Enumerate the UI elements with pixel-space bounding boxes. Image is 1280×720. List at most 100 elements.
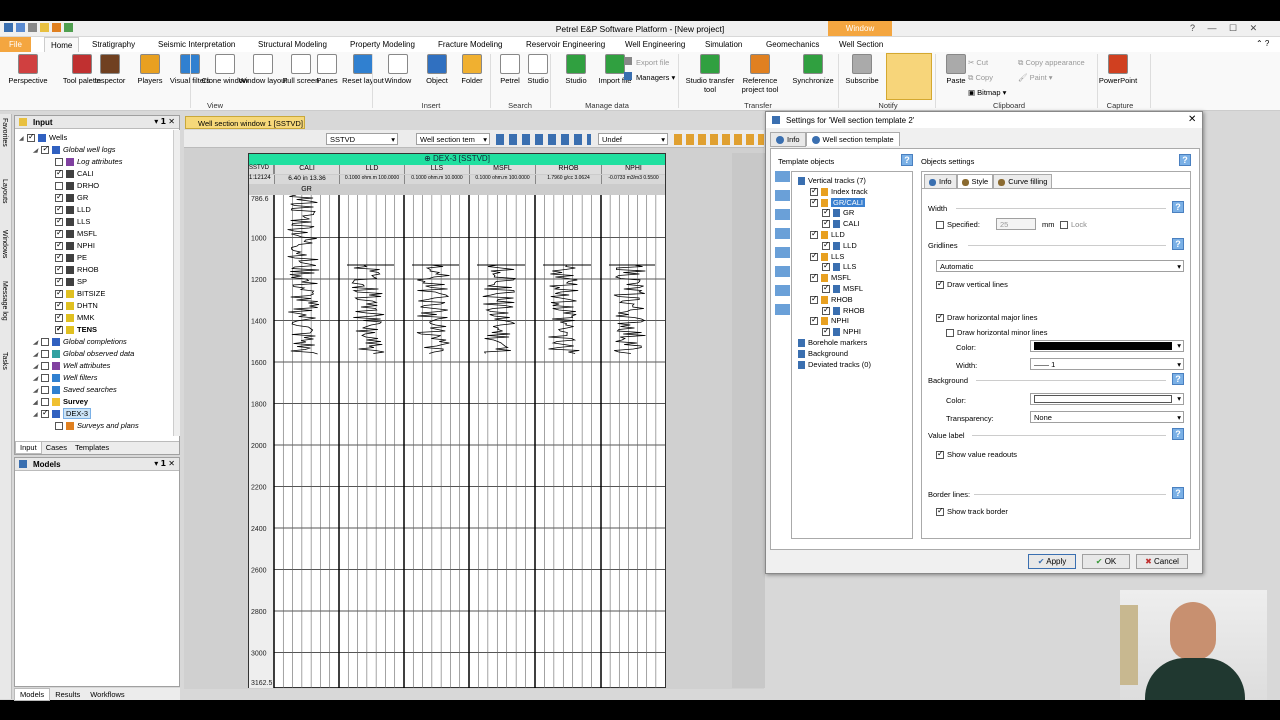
tree-item[interactable]: NPHI (47, 240, 95, 251)
ribbon-small-clipboard[interactable]: ✂ Cut ⧉ Copy ▣ Bitmap ▾ (968, 55, 1006, 100)
draw-hminor-checkbox[interactable] (946, 329, 954, 338)
tree-checkbox[interactable] (27, 132, 35, 143)
export-file-button[interactable]: Export file (636, 58, 669, 67)
lock-checkbox[interactable] (1060, 221, 1068, 230)
ribbon-tab-home[interactable]: Home (44, 37, 80, 52)
help-icon[interactable]: ? (1172, 487, 1184, 499)
tree-checkbox[interactable] (55, 240, 63, 251)
tree-item[interactable]: LLD (47, 204, 91, 215)
template-tree-checkbox[interactable] (810, 186, 818, 196)
expand-icon[interactable]: ◢ (33, 363, 41, 370)
tree-item[interactable]: ◢ Well attributes (33, 361, 110, 371)
tree-checkbox[interactable] (55, 276, 63, 287)
grid-mode-select[interactable]: Automatic ▾ (936, 260, 1184, 272)
tree-checkbox[interactable] (41, 350, 49, 359)
tree-item[interactable]: GR (47, 192, 88, 203)
template-tree-checkbox[interactable] (822, 305, 830, 315)
template-tree-item[interactable]: GR/CALI (810, 197, 866, 207)
tree-item[interactable]: DRHO (47, 181, 99, 191)
cancel-button[interactable]: ✖ Cancel (1136, 554, 1188, 569)
template-tree-item[interactable]: LLS (810, 251, 844, 261)
template-tree-item[interactable]: MSFL (810, 272, 851, 283)
tree-item[interactable]: ◢ Survey (33, 397, 88, 407)
ribbon-button-studio[interactable]: Studio (518, 54, 558, 85)
template-tree-item[interactable]: Index track (810, 186, 868, 196)
ribbon-tab-geomechanics[interactable]: Geomechanics (766, 40, 819, 49)
tree-checkbox[interactable] (55, 288, 63, 299)
template-tree-item[interactable]: GR (822, 207, 854, 218)
template-tree-checkbox[interactable] (822, 283, 830, 294)
expand-icon[interactable]: ◢ (19, 135, 27, 142)
ribbon-button-inspector[interactable]: Inspector (90, 54, 130, 85)
expand-icon[interactable]: ◢ (33, 339, 41, 346)
line-width-select[interactable]: —— 1 ▾ (1030, 358, 1184, 370)
tree-checkbox[interactable] (41, 374, 49, 383)
paint-button[interactable]: Paint (1030, 73, 1047, 82)
template-tree-checkbox[interactable] (810, 197, 818, 207)
tree-checkbox[interactable] (55, 192, 63, 203)
well-section-tools-right[interactable] (674, 134, 764, 145)
input-tab-cases[interactable]: Cases (42, 442, 71, 453)
template-tree-item[interactable]: LLD (810, 229, 845, 240)
template-tree-item[interactable]: Deviated tracks (0) (798, 360, 871, 369)
ribbon-tab-stratigraphy[interactable]: Stratigraphy (92, 40, 135, 49)
close-icon[interactable]: ▾ 𝟭 ✕ (154, 117, 175, 126)
ribbon-tab-well-section[interactable]: Well Section (839, 40, 883, 49)
ribbon-button-window[interactable]: Window (378, 54, 418, 85)
copy-appearance-button[interactable]: Copy appearance (1025, 58, 1084, 67)
tree-checkbox[interactable] (55, 324, 63, 335)
show-border-checkbox[interactable] (936, 506, 944, 517)
template-tree-checkbox[interactable] (822, 218, 830, 229)
template-tree-item[interactable]: MSFL (822, 283, 863, 294)
template-tree-checkbox[interactable] (822, 261, 830, 272)
draw-hmajor-checkbox[interactable] (936, 312, 944, 323)
bitmap-button[interactable]: Bitmap (977, 88, 1000, 97)
tree-item[interactable]: PE (47, 252, 87, 263)
tree-item[interactable]: BITSIZE (47, 288, 105, 299)
help-icon[interactable]: ? (901, 154, 913, 166)
tree-checkbox[interactable] (55, 158, 63, 167)
template-tree-item[interactable]: Background (798, 349, 848, 358)
template-tree-checkbox[interactable] (810, 229, 818, 240)
bottom-tab-workflows[interactable]: Workflows (85, 689, 129, 700)
grid-color-select[interactable]: ▾ (1030, 340, 1184, 352)
expand-icon[interactable]: ◢ (33, 147, 41, 154)
dialog-tab-info[interactable]: Info (770, 132, 806, 148)
tree-item[interactable]: SP (47, 276, 87, 287)
subtab-curve-filling[interactable]: Curve filling (993, 174, 1053, 189)
ribbon-tab-fracture-modeling[interactable]: Fracture Modeling (438, 40, 502, 49)
template-object-tools[interactable] (775, 171, 790, 321)
ribbon-tab-seismic-interpretation[interactable]: Seismic Interpretation (158, 40, 235, 49)
template-tree-checkbox[interactable] (822, 326, 830, 337)
tree-checkbox[interactable] (55, 228, 63, 239)
sidebar-tab-message-log[interactable]: Message log (1, 281, 8, 321)
ribbon-button-object[interactable]: Object (417, 54, 457, 85)
expand-icon[interactable]: ◢ (33, 351, 41, 358)
tree-item[interactable]: ◢ Saved searches (33, 385, 117, 395)
ribbon-tab-structural-modeling[interactable]: Structural Modeling (258, 40, 327, 49)
ribbon-tab-file[interactable]: File (0, 37, 31, 52)
close-icon[interactable]: ▾ 𝟭 ✕ (154, 459, 175, 468)
context-tab-window[interactable]: Window (828, 21, 892, 36)
ribbon-small-appearance[interactable]: ⧉ Copy appearance 🖌 Paint ▾ (1018, 55, 1085, 85)
input-tab-templates[interactable]: Templates (71, 442, 113, 453)
tree-item[interactable]: ◢ Global well logs (33, 144, 116, 155)
ribbon-small-manage[interactable]: Export file Managers ▾ (624, 55, 675, 85)
help-icon[interactable]: ? (1172, 428, 1184, 440)
draw-vertical-checkbox[interactable] (936, 279, 944, 290)
input-scrollbar[interactable] (173, 130, 180, 436)
tree-checkbox[interactable] (55, 422, 63, 431)
template-tree-item[interactable]: CALI (822, 218, 860, 229)
tree-item[interactable]: ◢ Wells (19, 132, 67, 143)
ribbon-collapse-icon[interactable]: ⌃ ? (1256, 39, 1269, 48)
template-select[interactable]: Well section tem ▾ (416, 133, 490, 145)
expand-icon[interactable]: ◢ (33, 375, 41, 382)
sidebar-tab-layouts[interactable]: Layouts (1, 179, 8, 204)
tree-checkbox[interactable] (55, 264, 63, 275)
tree-checkbox[interactable] (55, 252, 63, 263)
tree-item[interactable]: LLS (47, 216, 90, 227)
template-tree-checkbox[interactable] (810, 251, 818, 261)
tree-item[interactable]: MMK (47, 312, 95, 323)
tree-checkbox[interactable] (41, 386, 49, 395)
template-tree-checkbox[interactable] (810, 294, 818, 304)
